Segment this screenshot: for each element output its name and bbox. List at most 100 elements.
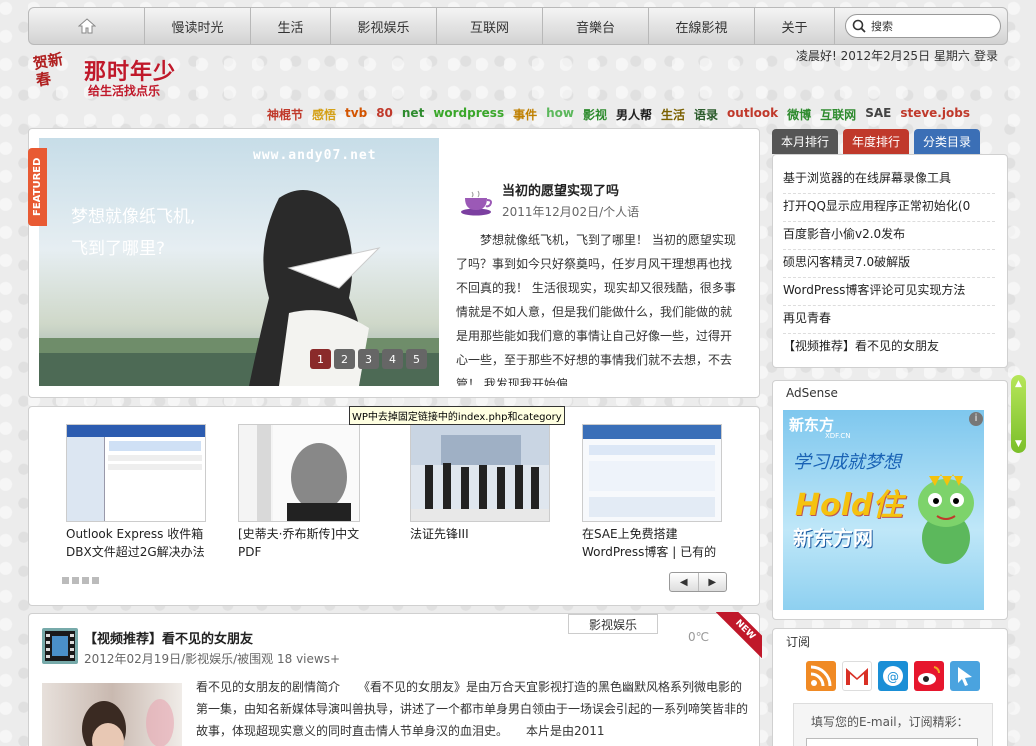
search-placeholder: 搜索 xyxy=(871,20,893,33)
ad-brand-sub: XDF.CN xyxy=(825,432,851,440)
carousel-caption-3[interactable]: 法证先锋III xyxy=(410,525,570,543)
post-excerpt: 看不见的女朋友的剧情简介 《看不见的女朋友》是由万合天宜影视打造的黑色幽默风格系… xyxy=(196,680,749,738)
post-thumbnail[interactable] xyxy=(42,683,182,746)
rank-item[interactable]: 打开QQ显示应用程序正常初始化(0 xyxy=(783,194,995,222)
carousel-dot[interactable] xyxy=(92,577,99,584)
ad-hold-2: 新东方网 xyxy=(793,526,873,550)
tag-link[interactable]: 感悟 xyxy=(312,106,336,123)
dragon-mascot-icon xyxy=(918,474,974,564)
tag-link[interactable]: 生活 xyxy=(661,106,685,123)
carousel-nav: ◀ ▶ xyxy=(669,572,727,592)
featured-tab: FEATURED xyxy=(28,148,47,226)
gmail-icon[interactable] xyxy=(842,661,872,691)
svg-text:@: @ xyxy=(887,670,899,684)
logo-stamp: 贺新春 xyxy=(31,50,65,90)
tag-link[interactable]: 男人帮 xyxy=(616,106,652,123)
image-watermark: www.andy07.net xyxy=(253,148,377,163)
nav-item-music[interactable]: 音樂台 xyxy=(543,8,649,44)
slider-dot[interactable]: 4 xyxy=(382,349,403,369)
carousel-thumb-4[interactable] xyxy=(582,424,722,522)
tag-link[interactable]: 事件 xyxy=(513,106,537,123)
adsense-title: AdSense xyxy=(786,386,838,400)
sidebar-tab[interactable]: 本月排行 xyxy=(772,129,839,154)
rank-item[interactable]: 【视频推荐】看不见的女朋友 xyxy=(783,334,995,362)
ad-info-icon[interactable]: i xyxy=(969,412,983,426)
nav-item-online-video[interactable]: 在線影視 xyxy=(649,8,755,44)
tag-link[interactable]: 神棍节 xyxy=(267,106,303,123)
prev-arrow-icon[interactable]: ◀ xyxy=(670,573,699,591)
tag-link[interactable]: wordpress xyxy=(433,106,504,123)
tag-link[interactable]: 80 xyxy=(376,106,393,123)
carousel-dot[interactable] xyxy=(62,577,69,584)
carousel-thumb-3[interactable] xyxy=(410,424,550,522)
qq-mail-icon[interactable]: @ xyxy=(878,661,908,691)
carousel-pagination xyxy=(62,577,99,584)
slider-dot[interactable]: 3 xyxy=(358,349,379,369)
xianguo-icon[interactable] xyxy=(950,661,980,691)
rank-item[interactable]: 硕思闪客精灵7.0破解版 xyxy=(783,250,995,278)
carousel-caption-4[interactable]: 在SAE上免费搭建WordPress博客 | 已有的 xyxy=(582,525,732,561)
slider-dot[interactable]: 2 xyxy=(334,349,355,369)
sidebar-tab[interactable]: 年度排行 xyxy=(843,129,910,154)
tag-link[interactable]: outlook xyxy=(727,106,778,123)
tag-link[interactable]: 微博 xyxy=(787,106,811,123)
nav-item-reading[interactable]: 慢读时光 xyxy=(145,8,251,44)
site-logo[interactable]: 贺新春 那时年少 给生活找点乐 xyxy=(32,50,206,104)
post-meta: 2012年02月19日/影视娱乐/被围观 18 views+ xyxy=(84,652,341,666)
tag-link[interactable]: steve.jobs xyxy=(900,106,970,123)
post-title[interactable]: 【视频推荐】看不见的女朋友 xyxy=(84,628,253,647)
scroll-down-icon[interactable]: ▼ xyxy=(1015,439,1022,449)
scroll-to-top-button[interactable]: ▲ ▼ xyxy=(1011,375,1026,453)
carousel-thumb-2[interactable] xyxy=(238,424,360,522)
subscribe-label: 填写您的E-mail，订阅精彩： xyxy=(811,715,969,729)
featured-title[interactable]: 当初的愿望实现了吗 xyxy=(502,180,619,199)
weibo-icon[interactable] xyxy=(914,661,944,691)
ad-slogan: 学习成就梦想 xyxy=(793,452,901,473)
tag-link[interactable]: 影视 xyxy=(583,106,607,123)
post-category-badge[interactable]: 影视娱乐 xyxy=(568,614,658,634)
rank-item[interactable]: WordPress博客评论可见实现方法 xyxy=(783,278,995,306)
slider-dot[interactable]: 1 xyxy=(310,349,331,369)
post-temperature: 0℃ xyxy=(688,630,710,644)
search-input[interactable]: 搜索 xyxy=(845,14,1001,38)
rank-item[interactable]: 再见青春 xyxy=(783,306,995,334)
carousel-dot[interactable] xyxy=(82,577,89,584)
next-arrow-icon[interactable]: ▶ xyxy=(699,573,727,591)
tag-link[interactable]: 语录 xyxy=(694,106,718,123)
carousel-thumb-1[interactable] xyxy=(66,424,206,522)
coffee-icon xyxy=(460,190,494,216)
new-ribbon-label: NEW xyxy=(716,612,762,658)
rss-icon[interactable] xyxy=(806,661,836,691)
logo-subtitle: 给生活找点乐 xyxy=(88,84,161,98)
tag-link[interactable]: how xyxy=(546,106,574,123)
search-icon xyxy=(852,19,866,33)
carousel-dot[interactable] xyxy=(72,577,79,584)
slider-pagination: 12345 xyxy=(310,349,427,369)
featured-excerpt: 梦想就像纸飞机，飞到了哪里！ 当初的愿望实现了吗？事到如今只好祭奠吗，任岁月风干… xyxy=(456,233,736,386)
carousel-caption-1[interactable]: Outlook Express 收件箱DBX文件超过2G解决办法 xyxy=(66,525,226,561)
xdf-advertisement[interactable]: 新东方 XDF.CN i 学习成就梦想 Hold住 新东方网 xyxy=(783,410,984,610)
subscribe-title: 订阅 xyxy=(786,635,811,649)
nav-item-internet[interactable]: 互联网 xyxy=(437,8,543,44)
scroll-up-icon[interactable]: ▲ xyxy=(1015,379,1022,389)
greeting-text: 凌晨好! 2012年2月25日 星期六 xyxy=(796,49,970,63)
home-icon[interactable] xyxy=(29,8,145,44)
sidebar-tab[interactable]: 分类目录 xyxy=(914,129,981,154)
login-link[interactable]: 登录 xyxy=(974,47,998,64)
tag-link[interactable]: tvb xyxy=(345,106,367,123)
nav-item-film[interactable]: 影视娱乐 xyxy=(331,8,437,44)
tag-link[interactable]: 互联网 xyxy=(820,106,856,123)
rank-item[interactable]: 百度影音小偷v2.0发布 xyxy=(783,222,995,250)
tag-link[interactable]: SAE xyxy=(865,106,891,123)
nav-item-about[interactable]: 关于 xyxy=(755,8,835,44)
ranking-tabs: 本月排行 年度排行 分类目录 xyxy=(772,129,981,154)
tag-link[interactable]: net xyxy=(402,106,424,123)
nav-item-life[interactable]: 生活 xyxy=(251,8,331,44)
new-ribbon: NEW xyxy=(716,612,762,658)
rank-item[interactable]: 基于浏览器的在线屏幕录像工具 xyxy=(783,166,995,194)
tag-cloud: 神棍节 感悟 tvb 80 net wordpress 事件 how 影视 男人帮 生活 语录 outl… xyxy=(267,106,970,123)
email-field[interactable] xyxy=(806,738,978,746)
carousel-caption-2[interactable]: [史蒂夫·乔布斯传]中文PDF xyxy=(238,525,368,561)
slider-dot[interactable]: 5 xyxy=(406,349,427,369)
image-caption-2: 飞到了哪里? xyxy=(71,239,166,259)
